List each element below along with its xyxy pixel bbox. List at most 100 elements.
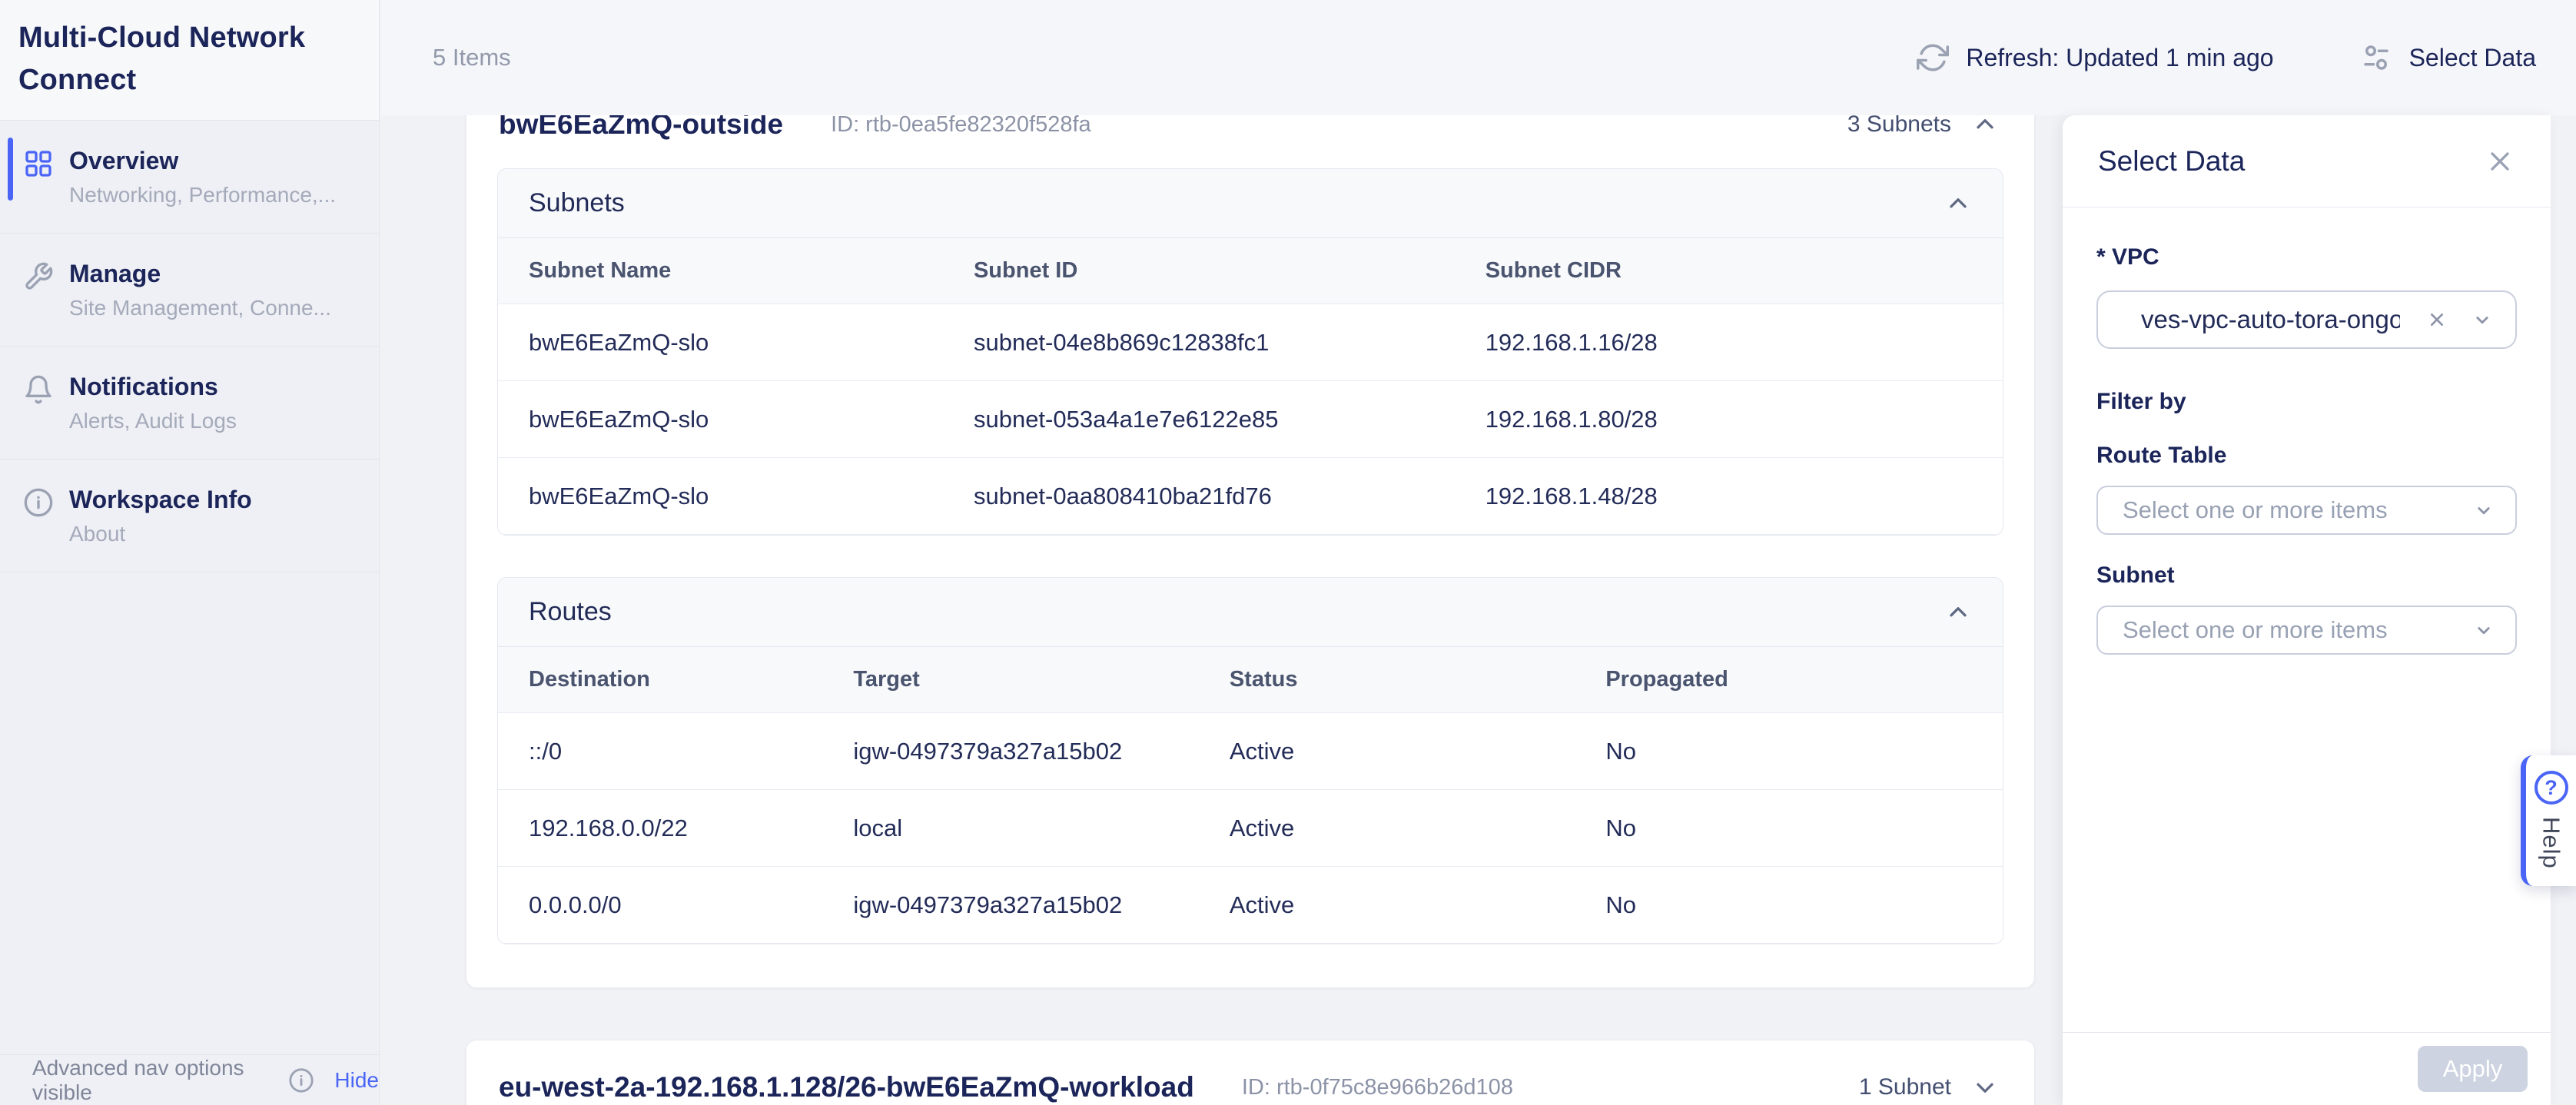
chevron-up-icon[interactable] <box>1944 190 1972 217</box>
refresh-icon <box>1917 41 1949 74</box>
route-table-card: eu-west-2a-192.168.1.128/26-bwE6EaZmQ-wo… <box>466 1040 2035 1105</box>
routes-table-header: Destination Target Status Propagated <box>498 647 2003 713</box>
info-icon <box>288 1067 314 1093</box>
select-data-panel-header: Select Data <box>2063 115 2551 207</box>
subnet-count-label: 1 Subnet <box>1859 1074 1951 1100</box>
route-table-card-header[interactable]: eu-west-2a-192.168.1.128/26-bwE6EaZmQ-wo… <box>466 1040 2034 1105</box>
route-table-title: eu-west-2a-192.168.1.128/26-bwE6EaZmQ-wo… <box>499 1071 1194 1103</box>
select-data-label: Select Data <box>2409 44 2536 72</box>
subnets-section-title: Subnets <box>529 188 625 218</box>
refresh-label: Refresh: Updated 1 min ago <box>1966 44 2273 72</box>
items-count: 5 Items <box>433 44 511 71</box>
active-indicator-bar <box>8 138 13 201</box>
subnet-id-cell: subnet-053a4a1e7e6122e85 <box>964 406 1476 433</box>
routes-section-header[interactable]: Routes <box>498 578 2003 647</box>
sidebar-item-manage[interactable]: Manage Site Management, Conne... <box>0 234 379 347</box>
chevron-down-icon[interactable] <box>2471 308 2494 331</box>
select-data-button[interactable]: Select Data <box>2360 41 2536 74</box>
subnets-section: Subnets Subnet Name Subnet ID Subnet CID… <box>497 168 2003 536</box>
destination-cell: 0.0.0.0/0 <box>498 891 844 919</box>
status-cell: Active <box>1220 815 1597 842</box>
panel-title: Select Data <box>2098 145 2245 178</box>
route-table-multiselect[interactable]: Select one or more items <box>2096 486 2517 535</box>
chevron-up-icon <box>1971 115 1999 138</box>
hide-nav-link[interactable]: Hide <box>334 1068 379 1093</box>
sidebar-item-sublabel: Site Management, Conne... <box>69 296 331 320</box>
sidebar-item-notifications[interactable]: Notifications Alerts, Audit Logs <box>0 347 379 460</box>
routes-section: Routes Destination Target Status Propaga… <box>497 577 2003 944</box>
target-cell: igw-0497379a327a15b02 <box>844 891 1220 919</box>
sidebar-item-label: Notifications <box>69 373 237 401</box>
close-icon[interactable] <box>2485 146 2515 177</box>
subnet-id-cell: subnet-0aa808410ba21fd76 <box>964 483 1476 510</box>
column-header: Status <box>1220 667 1597 692</box>
table-row: bwE6EaZmQ-slo subnet-0aa808410ba21fd76 1… <box>498 458 2003 535</box>
vpc-select[interactable]: ves-vpc-auto-tora-ongoing... <box>2096 290 2517 349</box>
route-table-id: ID: rtb-0f75c8e966b26d108 <box>1242 1075 1513 1100</box>
chevron-up-icon[interactable] <box>1944 599 1972 626</box>
sidebar-item-label: Manage <box>69 260 331 288</box>
app-title: Multi-Cloud Network Connect <box>0 0 379 121</box>
table-row: bwE6EaZmQ-slo subnet-053a4a1e7e6122e85 1… <box>498 381 2003 458</box>
routes-section-title: Routes <box>529 597 612 627</box>
help-label: Help <box>2538 817 2565 869</box>
help-tab[interactable]: ? Help <box>2521 755 2576 886</box>
info-icon <box>23 487 54 518</box>
app-window: Multi-Cloud Network Connect Overview Net… <box>0 0 2576 1105</box>
subnet-id-cell: subnet-04e8b869c12838fc1 <box>964 329 1476 357</box>
sidebar-nav: Overview Networking, Performance,... Man… <box>0 121 379 572</box>
subnet-count-toggle[interactable]: 1 Subnet <box>1859 1073 1999 1101</box>
question-circle-icon: ? <box>2535 771 2568 805</box>
column-header: Subnet Name <box>498 258 964 284</box>
sidebar-item-workspace-info[interactable]: Workspace Info About <box>0 460 379 572</box>
sidebar-item-sublabel: Alerts, Audit Logs <box>69 409 237 433</box>
sidebar-item-label: Workspace Info <box>69 486 252 514</box>
subnet-multiselect[interactable]: Select one or more items <box>2096 606 2517 655</box>
route-table-field-label: Route Table <box>2096 443 2517 469</box>
target-cell: local <box>844 815 1220 842</box>
column-header: Propagated <box>1596 667 2003 692</box>
grid-icon <box>23 148 54 179</box>
sidebar-item-label: Overview <box>69 147 336 175</box>
vpc-selected-value: ves-vpc-auto-tora-ongoing... <box>2141 305 2400 334</box>
route-tables-list: bwE6EaZmQ-outside ID: rtb-0ea5fe82320f52… <box>380 115 2065 1105</box>
subnet-cidr-cell: 192.168.1.48/28 <box>1476 483 2003 510</box>
sliders-icon <box>2360 41 2392 74</box>
route-table-card-header[interactable]: bwE6EaZmQ-outside ID: rtb-0ea5fe82320f52… <box>466 115 2034 168</box>
status-cell: Active <box>1220 891 1597 919</box>
select-data-panel-body: * VPC ves-vpc-auto-tora-ongoing... Filte… <box>2063 207 2551 655</box>
table-row: bwE6EaZmQ-slo subnet-04e8b869c12838fc1 1… <box>498 304 2003 381</box>
subnets-table-header: Subnet Name Subnet ID Subnet CIDR <box>498 238 2003 304</box>
destination-cell: 192.168.0.0/22 <box>498 815 844 842</box>
multiselect-placeholder: Select one or more items <box>2123 616 2388 644</box>
column-header: Destination <box>498 667 844 692</box>
select-data-panel: Select Data * VPC ves-vpc-auto-tora-ongo… <box>2063 115 2551 1105</box>
subnet-name-cell: bwE6EaZmQ-slo <box>498 483 964 510</box>
table-row: ::/0 igw-0497379a327a15b02 Active No <box>498 713 2003 790</box>
sidebar-item-sublabel: About <box>69 522 252 546</box>
multiselect-placeholder: Select one or more items <box>2123 496 2388 524</box>
required-asterisk: * <box>2096 244 2106 270</box>
sidebar-item-overview[interactable]: Overview Networking, Performance,... <box>0 121 379 234</box>
subnet-cidr-cell: 192.168.1.16/28 <box>1476 329 2003 357</box>
wrench-icon <box>23 261 54 292</box>
column-header: Subnet CIDR <box>1476 258 2003 284</box>
table-row: 0.0.0.0/0 igw-0497379a327a15b02 Active N… <box>498 867 2003 944</box>
subnets-section-header[interactable]: Subnets <box>498 169 2003 238</box>
subnet-name-cell: bwE6EaZmQ-slo <box>498 329 964 357</box>
subnet-count-toggle[interactable]: 3 Subnets <box>1847 115 1999 138</box>
chevron-down-icon <box>2472 619 2495 642</box>
clear-icon[interactable] <box>2425 307 2449 332</box>
status-cell: Active <box>1220 738 1597 765</box>
refresh-button[interactable]: Refresh: Updated 1 min ago <box>1917 41 2273 74</box>
subnet-name-cell: bwE6EaZmQ-slo <box>498 406 964 433</box>
vpc-field-label: * VPC <box>2096 244 2517 270</box>
topbar: 5 Items Refresh: Updated 1 min ago Selec… <box>380 0 2576 115</box>
apply-button[interactable]: Apply <box>2418 1046 2528 1092</box>
route-table-card: bwE6EaZmQ-outside ID: rtb-0ea5fe82320f52… <box>466 115 2035 988</box>
column-header: Subnet ID <box>964 258 1476 284</box>
sidebar: Multi-Cloud Network Connect Overview Net… <box>0 0 380 1105</box>
table-row: 192.168.0.0/22 local Active No <box>498 790 2003 867</box>
content-area: 5 Items Refresh: Updated 1 min ago Selec… <box>380 0 2576 1105</box>
destination-cell: ::/0 <box>498 738 844 765</box>
